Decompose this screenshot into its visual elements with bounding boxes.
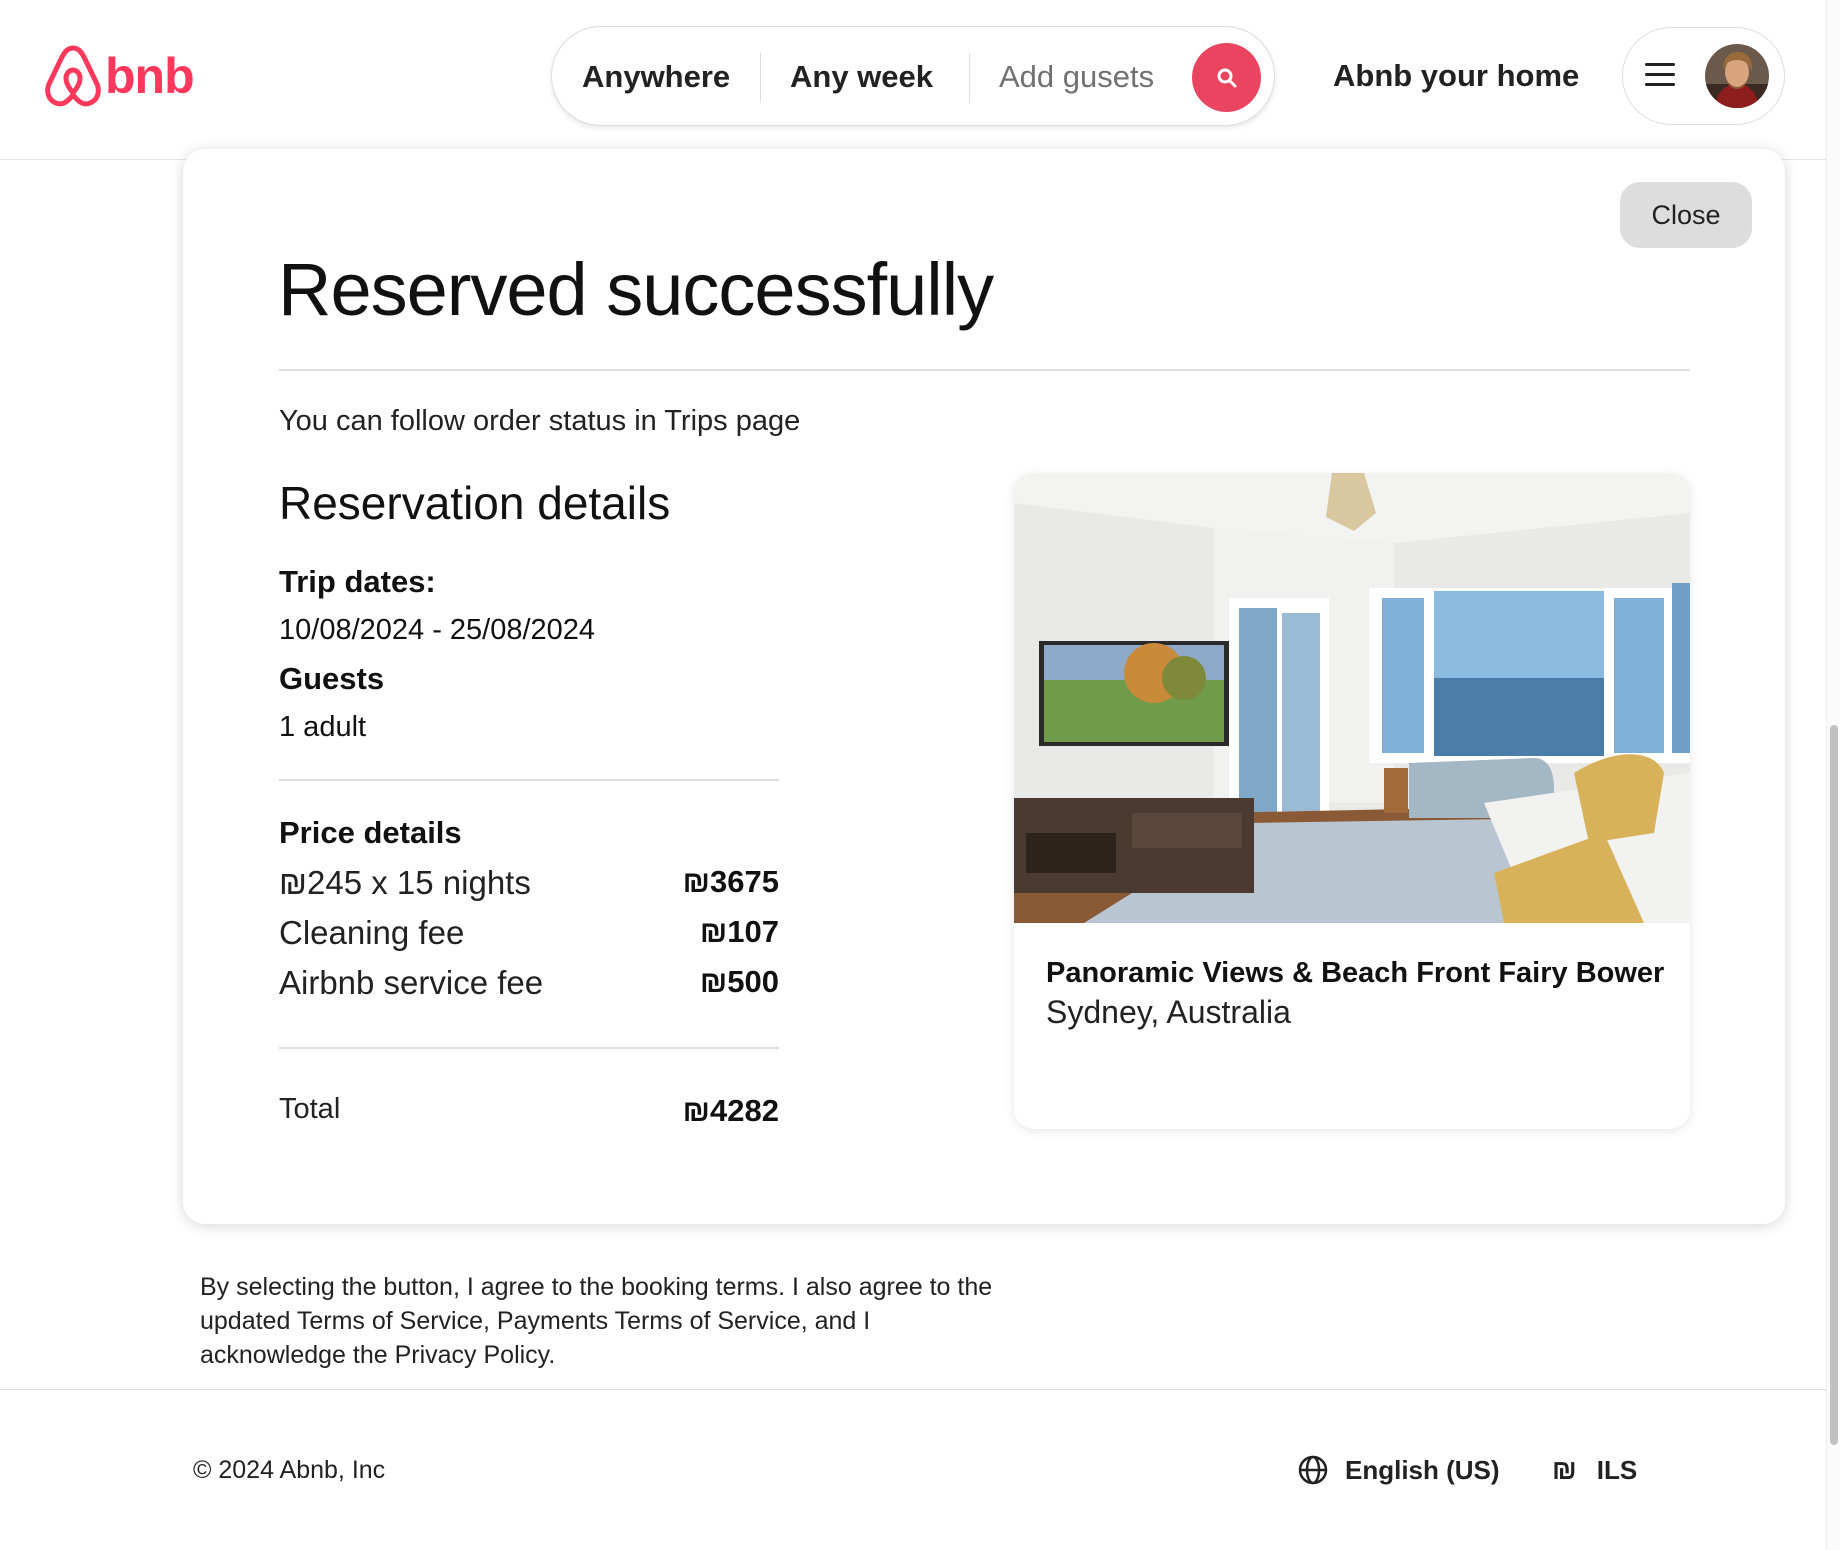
- price-row-service-fee: Airbnb service fee ₪500: [279, 964, 779, 1006]
- avatar: [1705, 44, 1769, 108]
- language-selector[interactable]: English (US): [1297, 1448, 1500, 1492]
- search-where-button[interactable]: Anywhere: [582, 27, 730, 127]
- shekel-icon: ₪: [1552, 1454, 1577, 1485]
- search-divider: [969, 53, 970, 103]
- divider: [279, 369, 1690, 371]
- reservation-details-heading: Reservation details: [279, 477, 671, 529]
- price-row-total: Total ₪4282: [279, 1093, 779, 1135]
- language-label: English (US): [1345, 1454, 1500, 1485]
- guests-value: 1 adult: [279, 711, 367, 743]
- listing-title: Panoramic Views & Beach Front Fairy Bowe…: [1046, 957, 1665, 989]
- page-scrollbar[interactable]: [1826, 0, 1840, 1550]
- currency-selector[interactable]: ₪ ILS: [1552, 1448, 1637, 1492]
- search-bar[interactable]: Anywhere Any week Add gusets: [551, 26, 1275, 126]
- listing-photo: [1014, 473, 1690, 923]
- footer: © 2024 Abnb, Inc English (US) ₪ ILS: [0, 1389, 1826, 1550]
- booking-terms-text: By selecting the button, I agree to the …: [200, 1273, 993, 1369]
- close-button[interactable]: Close: [1620, 182, 1752, 248]
- total-value: ₪4282: [682, 1093, 779, 1128]
- price-row-value: ₪3675: [682, 864, 779, 899]
- page: bnb Anywhere Any week Add gusets Abnb yo…: [0, 0, 1840, 1550]
- price-row-label: Airbnb service fee: [279, 964, 544, 1001]
- airbnb-logo-icon: [45, 45, 101, 107]
- trip-dates-label: Trip dates:: [279, 564, 436, 599]
- reservation-confirmation-modal: Close Reserved successfully You can foll…: [183, 149, 1785, 1224]
- modal-title: Reserved successfully: [278, 248, 994, 331]
- search-guests-button[interactable]: Add gusets: [999, 27, 1154, 127]
- copyright-text: © 2024 Abnb, Inc: [193, 1456, 386, 1484]
- logo-text: bnb: [105, 48, 195, 104]
- price-row-nights: ₪245 x 15 nights ₪3675: [279, 864, 779, 906]
- listing-location: Sydney, Australia: [1046, 994, 1291, 1030]
- search-when-button[interactable]: Any week: [790, 27, 933, 127]
- currency-label: ILS: [1596, 1454, 1638, 1485]
- listing-card[interactable]: Panoramic Views & Beach Front Fairy Bowe…: [1014, 473, 1690, 1129]
- hamburger-icon: [1645, 63, 1675, 89]
- logo[interactable]: bnb: [41, 42, 195, 110]
- search-icon: [1217, 68, 1236, 87]
- divider: [279, 1047, 779, 1049]
- search-divider: [760, 53, 761, 103]
- price-row-value: ₪500: [699, 964, 779, 999]
- status-note: You can follow order status in Trips pag…: [279, 405, 801, 437]
- search-button[interactable]: [1192, 43, 1261, 112]
- price-row-cleaning: Cleaning fee ₪107: [279, 914, 779, 956]
- total-label: Total: [279, 1093, 341, 1125]
- host-your-home-link[interactable]: Abnb your home: [1333, 40, 1579, 112]
- top-header: bnb Anywhere Any week Add gusets Abnb yo…: [0, 0, 1826, 160]
- globe-icon: [1298, 1455, 1328, 1485]
- price-row-label: ₪245 x 15 nights: [279, 864, 531, 901]
- trip-dates-value: 10/08/2024 - 25/08/2024: [279, 614, 596, 646]
- user-menu-button[interactable]: [1622, 27, 1785, 125]
- price-row-value: ₪107: [699, 914, 779, 949]
- guests-label: Guests: [279, 661, 385, 696]
- scrollbar-thumb[interactable]: [1830, 725, 1838, 1445]
- divider: [279, 779, 779, 781]
- price-row-label: Cleaning fee: [279, 914, 465, 951]
- price-details-heading: Price details: [279, 815, 462, 850]
